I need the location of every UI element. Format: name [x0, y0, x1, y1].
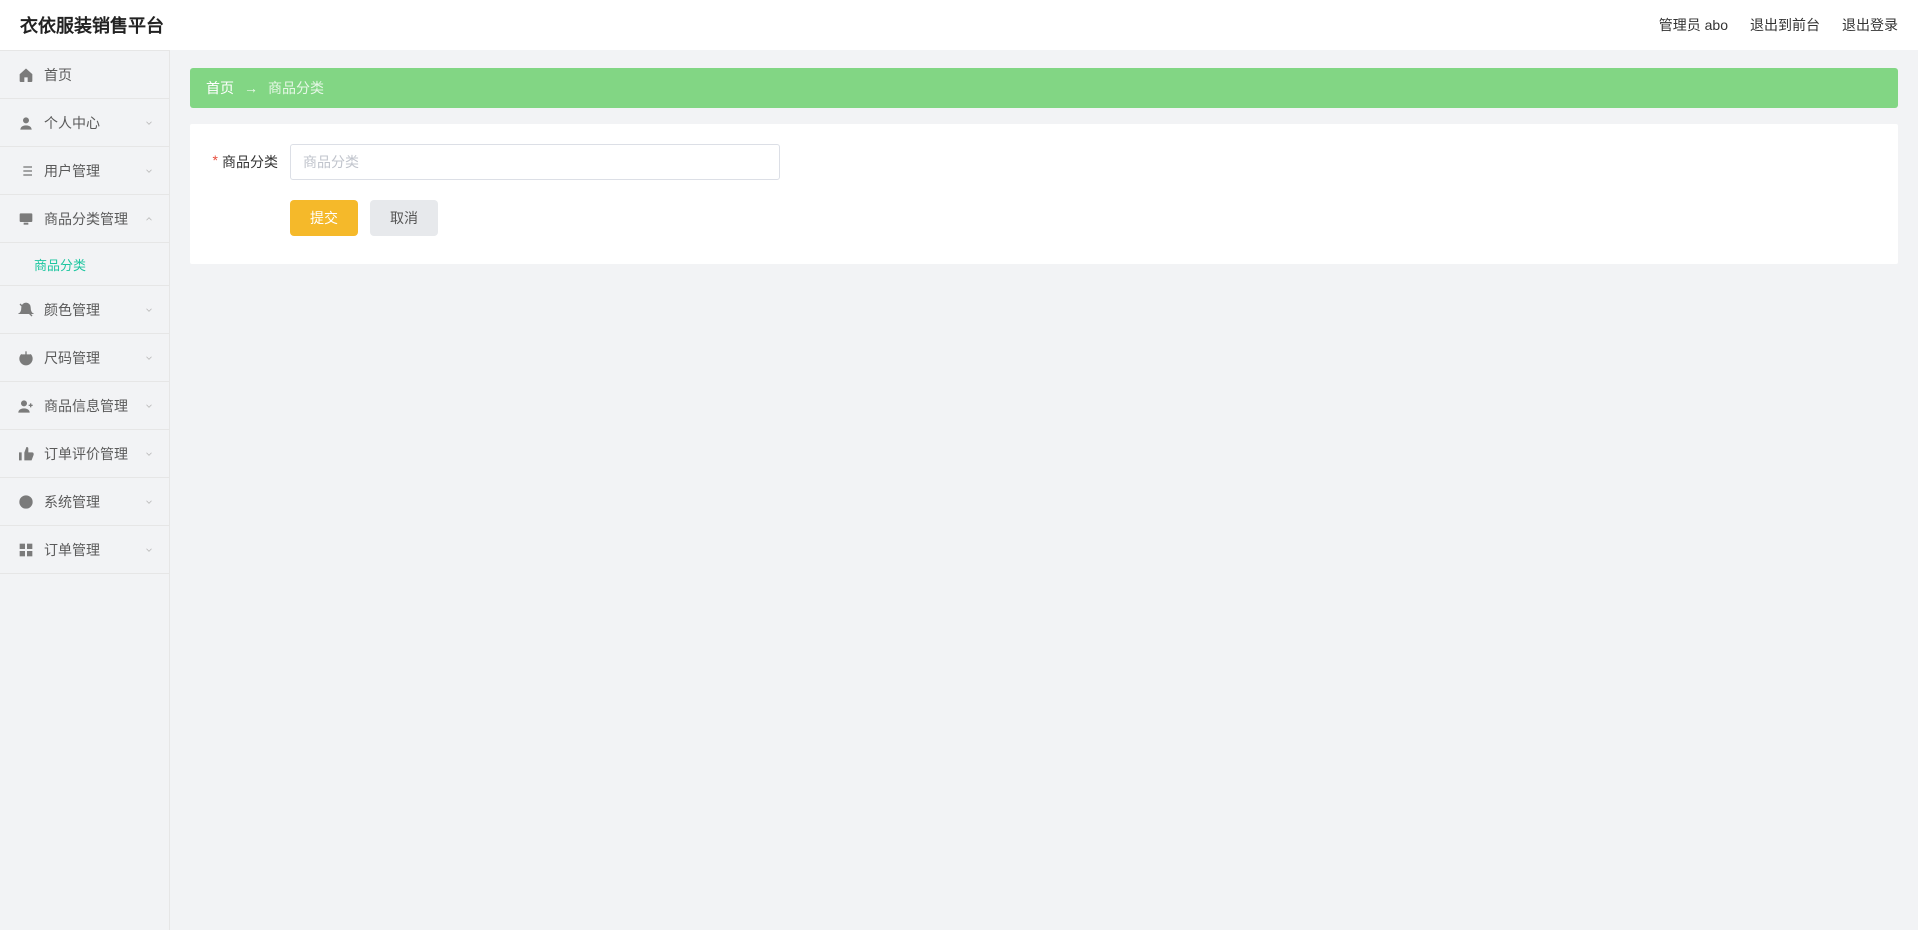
topbar: 衣依服装销售平台 管理员 abo 退出到前台 退出登录: [0, 0, 1918, 50]
sidebar-item-system[interactable]: 系统管理: [0, 478, 169, 526]
sidebar-item-label: 订单评价管理: [44, 444, 133, 464]
brand-title: 衣依服装销售平台: [20, 12, 164, 38]
sidebar-item-label: 订单管理: [44, 540, 133, 560]
chevron-down-icon: [143, 352, 155, 364]
chevron-down-icon: [143, 448, 155, 460]
list-icon: [18, 163, 34, 179]
sidebar-item-color[interactable]: 颜色管理: [0, 286, 169, 334]
submit-button[interactable]: 提交: [290, 200, 358, 236]
form-buttons: 提交 取消: [210, 200, 1878, 236]
logout-link[interactable]: 退出登录: [1842, 15, 1898, 35]
chevron-down-icon: [143, 400, 155, 412]
sidebar-submenu-category: 商品分类: [0, 243, 169, 286]
sidebar-item-label: 商品信息管理: [44, 396, 133, 416]
sidebar-item-label: 首页: [44, 65, 155, 85]
chevron-down-icon: [143, 165, 155, 177]
chevron-down-icon: [143, 304, 155, 316]
sidebar-item-label: 商品分类管理: [44, 209, 133, 229]
category-input[interactable]: [290, 144, 780, 180]
sidebar-item-label: 系统管理: [44, 492, 133, 512]
sidebar: 首页 个人中心 用户管理 商品分类管理: [0, 50, 170, 930]
chevron-down-icon: [143, 496, 155, 508]
monitor-icon: [18, 211, 34, 227]
breadcrumb: 首页 → 商品分类: [190, 68, 1898, 108]
sidebar-subitem-category[interactable]: 商品分类: [0, 243, 169, 285]
chevron-down-icon: [143, 117, 155, 129]
category-label: * 商品分类: [210, 152, 290, 172]
chevron-up-icon: [143, 213, 155, 225]
sidebar-item-home[interactable]: 首页: [0, 51, 169, 99]
form-panel: * 商品分类 提交 取消: [190, 124, 1898, 264]
sidebar-item-orders[interactable]: 订单管理: [0, 526, 169, 574]
sidebar-item-label: 个人中心: [44, 113, 133, 133]
cancel-button[interactable]: 取消: [370, 200, 438, 236]
sidebar-item-review[interactable]: 订单评价管理: [0, 430, 169, 478]
home-icon: [18, 67, 34, 83]
category-label-text: 商品分类: [222, 152, 278, 172]
thumbs-up-icon: [18, 446, 34, 462]
target-icon: [18, 494, 34, 510]
sidebar-item-label: 尺码管理: [44, 348, 133, 368]
breadcrumb-home[interactable]: 首页: [206, 78, 234, 98]
chevron-down-icon: [143, 544, 155, 556]
topbar-right: 管理员 abo 退出到前台 退出登录: [1659, 15, 1898, 35]
admin-link[interactable]: 管理员 abo: [1659, 15, 1728, 35]
sidebar-item-category-mgmt[interactable]: 商品分类管理: [0, 195, 169, 243]
sidebar-item-size[interactable]: 尺码管理: [0, 334, 169, 382]
sidebar-item-product-info[interactable]: 商品信息管理: [0, 382, 169, 430]
sidebar-item-users[interactable]: 用户管理: [0, 147, 169, 195]
layout: 首页 个人中心 用户管理 商品分类管理: [0, 50, 1918, 930]
user-plus-icon: [18, 398, 34, 414]
bell-off-icon: [18, 302, 34, 318]
to-front-link[interactable]: 退出到前台: [1750, 15, 1820, 35]
breadcrumb-separator: →: [244, 80, 258, 96]
sidebar-item-profile[interactable]: 个人中心: [0, 99, 169, 147]
user-icon: [18, 115, 34, 131]
form-row-category: * 商品分类: [210, 144, 1878, 180]
breadcrumb-current: 商品分类: [268, 78, 324, 98]
sidebar-item-label: 颜色管理: [44, 300, 133, 320]
main-content: 首页 → 商品分类 * 商品分类 提交 取消: [170, 50, 1918, 930]
power-icon: [18, 350, 34, 366]
grid-icon: [18, 542, 34, 558]
sidebar-item-label: 用户管理: [44, 161, 133, 181]
required-mark: *: [213, 152, 218, 172]
